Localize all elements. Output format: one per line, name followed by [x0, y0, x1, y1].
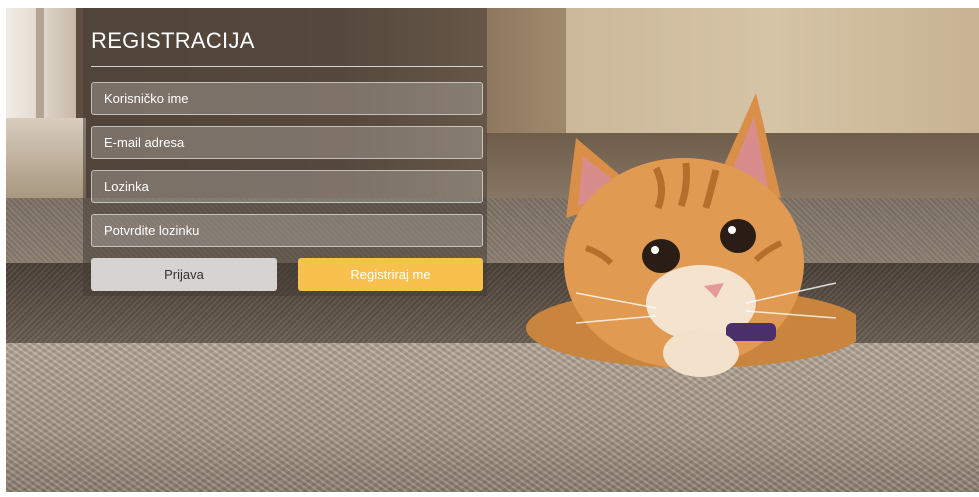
kitten-image: [526, 93, 856, 377]
registration-title: REGISTRACIJA: [91, 28, 255, 53]
login-button[interactable]: Prijava: [91, 258, 277, 291]
registration-panel: REGISTRACIJA Prijava Registriraj me: [83, 8, 487, 296]
password-input[interactable]: [91, 170, 483, 203]
username-input[interactable]: [91, 82, 483, 115]
email-input[interactable]: [91, 126, 483, 159]
title-divider: [91, 66, 483, 67]
register-button[interactable]: Registriraj me: [298, 258, 483, 291]
confirm-password-input[interactable]: [91, 214, 483, 247]
